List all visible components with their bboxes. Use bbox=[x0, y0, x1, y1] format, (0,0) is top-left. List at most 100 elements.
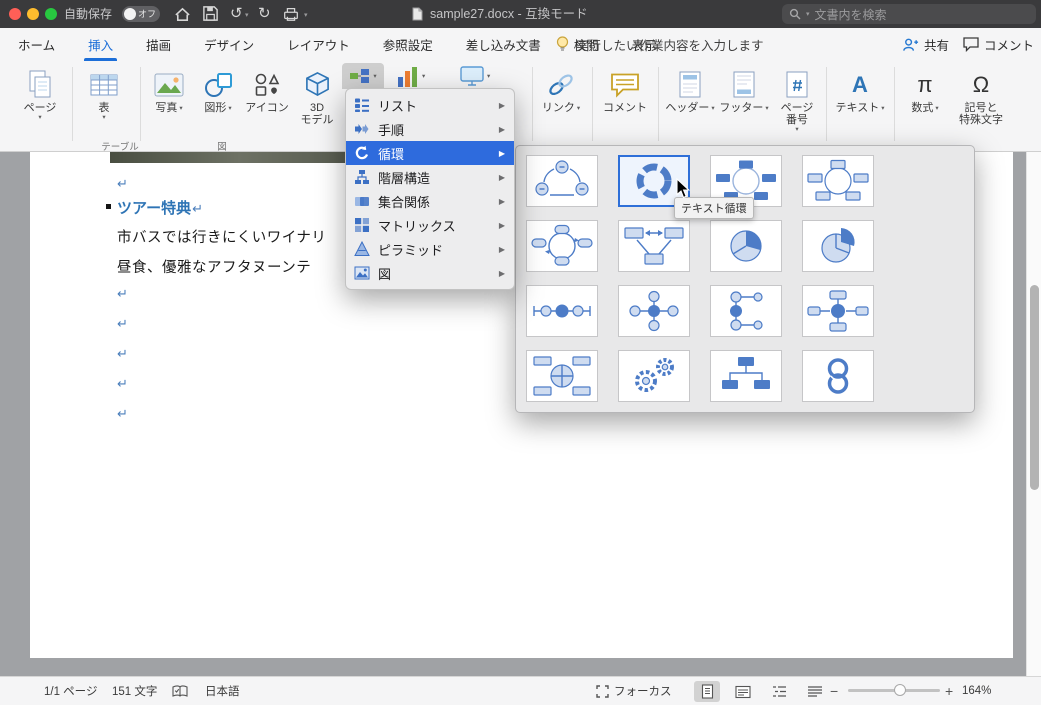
char-count[interactable]: 151 文字 bbox=[112, 677, 157, 705]
document-heading[interactable]: ツアー特典↵ bbox=[117, 197, 203, 218]
cycle-category-icon bbox=[355, 145, 369, 160]
header-icon bbox=[678, 64, 702, 98]
menu-item-matrix[interactable]: マトリックス ▶ bbox=[346, 213, 514, 237]
tab-mailings[interactable]: 差し込み文書 bbox=[462, 28, 545, 61]
screenshot-icon bbox=[460, 66, 484, 86]
smartart-thumb-radial-cycle-vertical[interactable] bbox=[710, 285, 782, 337]
smartart-button[interactable]: ▾ bbox=[342, 63, 384, 89]
text-box-button[interactable]: A テキスト ▾ bbox=[832, 64, 888, 114]
smartart-thumb-segmented-pie[interactable] bbox=[710, 220, 782, 272]
submenu-arrow-icon: ▶ bbox=[498, 172, 505, 182]
screenshot-button[interactable]: ▾ bbox=[460, 65, 490, 87]
tab-design[interactable]: デザイン bbox=[200, 28, 258, 61]
menu-item-list[interactable]: リスト ▶ bbox=[346, 93, 514, 117]
undo-icon[interactable]: ↺ bbox=[230, 0, 243, 28]
share-button[interactable]: 共有 bbox=[902, 28, 949, 61]
link-button[interactable]: リンク ▾ bbox=[538, 64, 584, 114]
print-icon[interactable] bbox=[282, 5, 300, 23]
language-selector[interactable]: 日本語 bbox=[205, 677, 240, 705]
new-comment-button[interactable]: コメント bbox=[598, 64, 652, 114]
pictures-chevron: ▾ bbox=[179, 104, 183, 112]
footer-chevron: ▾ bbox=[765, 104, 769, 112]
tab-insert[interactable]: 挿入 bbox=[84, 28, 118, 61]
zoom-level[interactable]: 164% bbox=[962, 677, 991, 705]
menu-item-hierarchy[interactable]: 階層構造 ▶ bbox=[346, 165, 514, 189]
smartart-thumb-interlocking-cycle[interactable] bbox=[802, 350, 874, 402]
smartart-thumb-continuous-cycle[interactable] bbox=[526, 220, 598, 272]
zoom-in-button[interactable]: + bbox=[945, 677, 953, 705]
tab-references[interactable]: 参照設定 bbox=[379, 28, 437, 61]
zoom-out-button[interactable]: − bbox=[830, 677, 838, 705]
symbol-button[interactable]: Ω 記号と 特殊文字 bbox=[952, 64, 1010, 126]
draft-view-button[interactable] bbox=[802, 681, 828, 702]
ribbon: ページ ▾ 表 ▾ 写真 ▾ 図形 ▾ アイコン 3D モデル ▾ ▾ ▾ リン… bbox=[0, 61, 1041, 153]
smartart-thumb-basic-cycle[interactable] bbox=[526, 155, 598, 207]
smartart-thumb-radial-block[interactable] bbox=[710, 350, 782, 402]
scrollbar-thumb[interactable] bbox=[1030, 285, 1039, 490]
menu-item-relationship[interactable]: 集合関係 ▶ bbox=[346, 189, 514, 213]
share-label: 共有 bbox=[924, 39, 950, 53]
paragraph-mark: ↵ bbox=[117, 346, 128, 361]
menu-item-cycle[interactable]: 循環 ▶ bbox=[346, 141, 514, 165]
smartart-thumb-radial-cycle-horizontal[interactable] bbox=[526, 285, 598, 337]
menu-item-process[interactable]: 手順 ▶ bbox=[346, 117, 514, 141]
page-count[interactable]: 1/1 ページ bbox=[44, 677, 97, 705]
smartart-thumb-gear[interactable] bbox=[618, 350, 690, 402]
outline-view-button[interactable] bbox=[766, 681, 792, 702]
shapes-button[interactable]: 図形 ▾ bbox=[196, 64, 240, 114]
toggle-knob bbox=[124, 8, 136, 20]
smartart-thumb-exploded-pie[interactable] bbox=[802, 220, 874, 272]
focus-label: フォーカス bbox=[614, 686, 672, 698]
menu-item-pyramid[interactable]: ピラミッド ▶ bbox=[346, 237, 514, 261]
footer-button[interactable]: フッター ▾ bbox=[718, 64, 770, 114]
pages-button[interactable]: ページ ▾ bbox=[14, 64, 66, 121]
vertical-scrollbar[interactable] bbox=[1026, 152, 1041, 676]
tell-me-box[interactable]: 実行したい作業内容を入力します bbox=[556, 28, 764, 61]
table-button[interactable]: 表 ▾ bbox=[78, 64, 130, 121]
tab-draw[interactable]: 描画 bbox=[142, 28, 175, 61]
icons-icon bbox=[253, 64, 281, 98]
tell-me-label: 実行したい作業内容を入力します bbox=[576, 39, 764, 53]
undo-dropdown-chevron[interactable]: ▾ bbox=[245, 12, 249, 20]
inline-image[interactable] bbox=[110, 152, 346, 163]
print-dropdown-chevron[interactable]: ▾ bbox=[304, 12, 308, 20]
home-icon[interactable] bbox=[174, 6, 191, 22]
3d-models-button[interactable]: 3D モデル bbox=[294, 64, 340, 126]
minimize-window-button[interactable] bbox=[27, 8, 39, 20]
focus-toggle[interactable]: フォーカス bbox=[596, 677, 672, 705]
fullscreen-window-button[interactable] bbox=[45, 8, 57, 20]
pictures-button[interactable]: 写真 ▾ bbox=[146, 64, 192, 114]
smartart-thumb-converging-radial[interactable] bbox=[802, 285, 874, 337]
zoom-slider-thumb[interactable] bbox=[894, 684, 906, 696]
icons-button[interactable]: アイコン bbox=[242, 64, 292, 114]
document-body-line[interactable]: 昼食、優雅なアフタヌーンテ bbox=[117, 256, 311, 277]
smartart-chevron: ▾ bbox=[373, 72, 377, 80]
smartart-thumb-basic-radial[interactable] bbox=[618, 285, 690, 337]
proofing-icon[interactable] bbox=[172, 677, 188, 705]
equation-button[interactable]: π 数式 ▾ bbox=[902, 64, 948, 114]
page-number-button[interactable]: ページ 番号 ▾ bbox=[772, 64, 822, 133]
tab-layout[interactable]: レイアウト bbox=[283, 28, 354, 61]
outline-bullet[interactable] bbox=[106, 204, 111, 209]
table-icon bbox=[90, 64, 118, 98]
menu-item-picture[interactable]: 図 ▶ bbox=[346, 261, 514, 285]
comments-button[interactable]: コメント bbox=[963, 28, 1034, 61]
web-layout-view-button[interactable] bbox=[730, 681, 756, 702]
smartart-icon bbox=[350, 69, 370, 83]
tab-home[interactable]: ホーム bbox=[14, 28, 59, 61]
chart-button[interactable]: ▾ bbox=[396, 65, 425, 88]
search-input[interactable]: ▾ 文書内を検索 bbox=[782, 4, 1036, 24]
autosave-toggle[interactable]: オフ bbox=[122, 6, 160, 22]
paragraph-mark: ↵ bbox=[192, 201, 204, 216]
titlebar: 自動保存 オフ ↺ ▾ ↻ ▾ sample27.docx - 互換モード ▾ … bbox=[0, 0, 1041, 28]
document-body-line[interactable]: 市バスでは行きにくいワイナリ bbox=[117, 226, 326, 247]
smartart-thumb-multidirectional-cycle[interactable] bbox=[618, 220, 690, 272]
search-scope-chevron[interactable]: ▾ bbox=[806, 10, 810, 18]
redo-icon[interactable]: ↻ bbox=[258, 0, 271, 28]
smartart-thumb-nondirectional-cycle[interactable] bbox=[802, 155, 874, 207]
save-icon[interactable] bbox=[202, 5, 219, 22]
header-button[interactable]: ヘッダー ▾ bbox=[664, 64, 716, 114]
smartart-thumb-cycle-matrix[interactable] bbox=[526, 350, 598, 402]
print-layout-view-button[interactable] bbox=[694, 681, 720, 702]
close-window-button[interactable] bbox=[9, 8, 21, 20]
